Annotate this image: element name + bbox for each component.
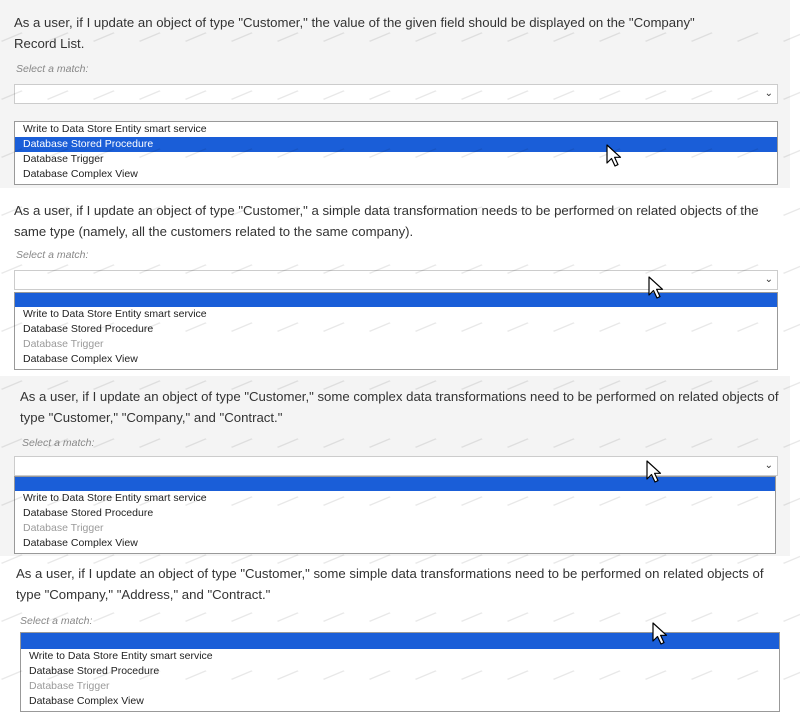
- question-text-1: As a user, if I update an object of type…: [14, 15, 695, 51]
- options-list-3[interactable]: Write to Data Store Entity smart service…: [14, 476, 776, 554]
- select-label-4: Select a match:: [20, 615, 93, 627]
- options-list-2[interactable]: Write to Data Store Entity smart service…: [14, 292, 778, 370]
- select-label-1: Select a match:: [16, 63, 89, 75]
- mouse-pointer-icon: [652, 622, 668, 645]
- option-write-to-data-store[interactable]: Write to Data Store Entity smart service: [21, 649, 779, 664]
- option-database-complex-view[interactable]: Database Complex View: [15, 167, 777, 182]
- question-text-4: As a user, if I update an object of type…: [16, 566, 764, 602]
- option-database-stored-procedure[interactable]: Database Stored Procedure: [21, 664, 779, 679]
- mouse-pointer-icon: [646, 460, 662, 483]
- option-database-trigger: Database Trigger: [29, 680, 110, 692]
- chevron-down-icon: ⌄: [764, 88, 773, 99]
- option-database-trigger: Database Trigger: [23, 522, 104, 534]
- mouse-pointer-icon: [606, 144, 622, 167]
- option-write-to-data-store[interactable]: Write to Data Store Entity smart service: [15, 122, 777, 137]
- chevron-down-icon: ⌄: [764, 460, 773, 471]
- option-database-complex-view[interactable]: Database Complex View: [15, 352, 777, 367]
- option-database-stored-procedure[interactable]: Database Stored Procedure: [15, 322, 777, 337]
- option-write-to-data-store[interactable]: Write to Data Store Entity smart service: [15, 307, 777, 322]
- option-database-trigger: Database Trigger: [23, 338, 104, 350]
- options-list-1[interactable]: Write to Data Store Entity smart service…: [14, 121, 778, 185]
- question-block-4: As a user, if I update an object of type…: [0, 558, 790, 722]
- option-database-stored-procedure[interactable]: Database Stored Procedure: [15, 506, 775, 521]
- match-select-1[interactable]: ⌄: [14, 84, 778, 104]
- select-label-2: Select a match:: [16, 249, 89, 261]
- option-write-to-data-store[interactable]: Write to Data Store Entity smart service: [15, 491, 775, 506]
- chevron-down-icon: ⌄: [764, 274, 773, 285]
- option-database-complex-view[interactable]: Database Complex View: [21, 694, 779, 709]
- question-text-2: As a user, if I update an object of type…: [14, 203, 759, 239]
- question-block-2: As a user, if I update an object of type…: [0, 190, 790, 370]
- question-block-1: As a user, if I update an object of type…: [0, 0, 790, 188]
- option-database-trigger[interactable]: Database Trigger: [15, 152, 777, 167]
- option-database-stored-procedure[interactable]: Database Stored Procedure: [15, 137, 777, 152]
- question-text-3: As a user, if I update an object of type…: [20, 389, 779, 425]
- mouse-pointer-icon: [648, 276, 664, 299]
- select-label-3: Select a match:: [22, 437, 95, 449]
- option-database-complex-view[interactable]: Database Complex View: [15, 536, 775, 551]
- question-block-3: As a user, if I update an object of type…: [0, 376, 790, 556]
